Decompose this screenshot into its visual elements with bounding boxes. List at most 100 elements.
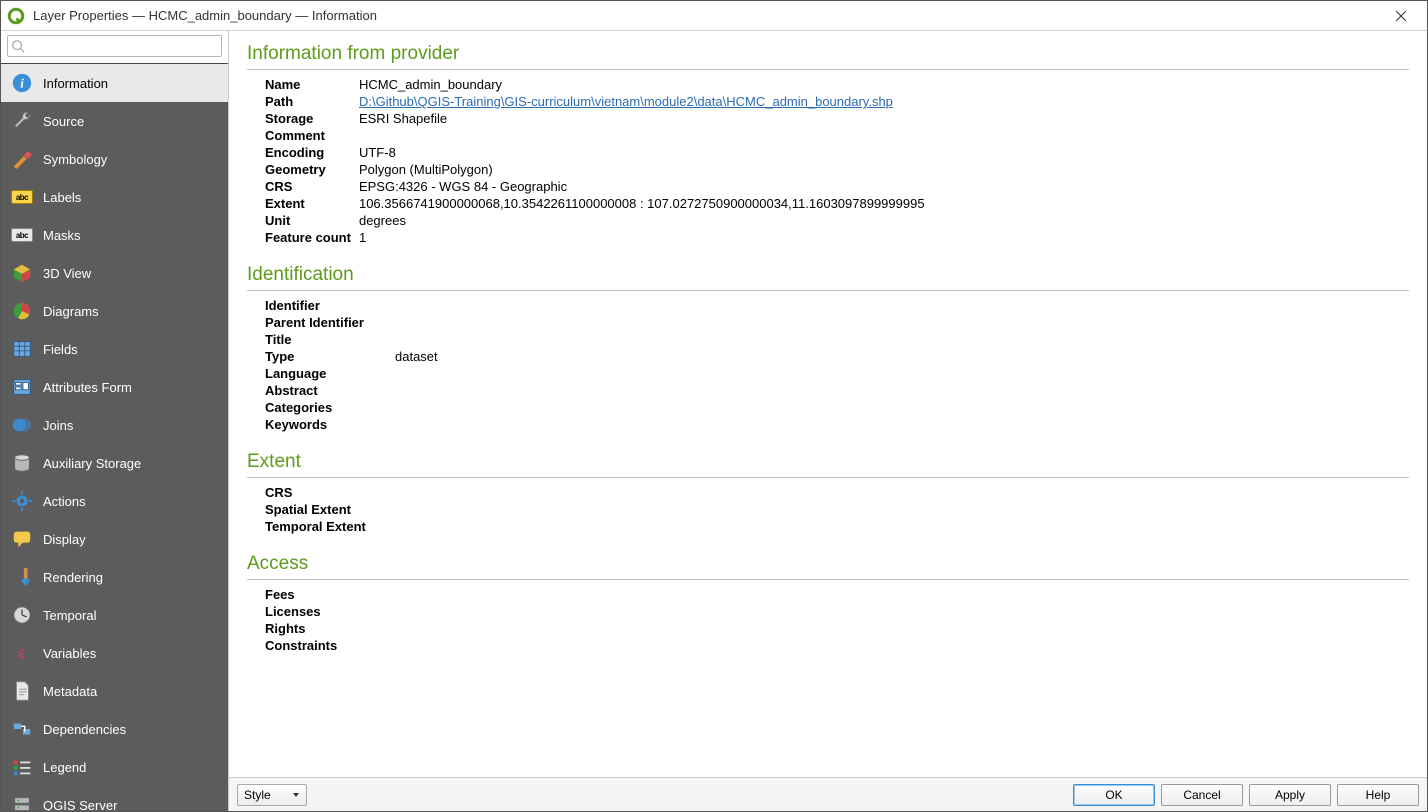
database-icon xyxy=(11,452,33,474)
value: HCMC_admin_boundary xyxy=(359,76,933,93)
sidebar-item-auxiliary-storage[interactable]: Auxiliary Storage xyxy=(1,444,228,482)
row-keywords: Keywords xyxy=(265,416,446,433)
value xyxy=(395,331,446,348)
search-input[interactable] xyxy=(7,35,222,57)
value: degrees xyxy=(359,212,933,229)
gear-icon xyxy=(11,490,33,512)
sidebar-item-label: QGIS Server xyxy=(43,798,117,812)
sidebar-item-label: Information xyxy=(43,76,108,91)
sidebar-item-source[interactable]: Source xyxy=(1,102,228,140)
sidebar-item-3dview[interactable]: 3D View xyxy=(1,254,228,292)
paintbrush-icon xyxy=(11,566,33,588)
cube-icon xyxy=(11,262,33,284)
table-icon xyxy=(11,338,33,360)
label: Constraints xyxy=(265,637,395,654)
brush-icon xyxy=(11,148,33,170)
label: Title xyxy=(265,331,395,348)
value xyxy=(395,484,403,501)
value xyxy=(395,382,446,399)
sidebar-item-joins[interactable]: Joins xyxy=(1,406,228,444)
dialog-body: i Information Source Symbology abc Label… xyxy=(1,31,1427,811)
access-table: Fees Licenses Rights Constraints xyxy=(265,586,403,654)
sidebar-item-label: Attributes Form xyxy=(43,380,132,395)
sidebar-item-label: Legend xyxy=(43,760,86,775)
sidebar-item-legend[interactable]: Legend xyxy=(1,748,228,786)
label: CRS xyxy=(265,484,395,501)
row-storage: StorageESRI Shapefile xyxy=(265,110,933,127)
label: Feature count xyxy=(265,229,359,246)
sidebar-item-diagrams[interactable]: Diagrams xyxy=(1,292,228,330)
value: ESRI Shapefile xyxy=(359,110,933,127)
sidebar-item-label: Variables xyxy=(43,646,96,661)
path-link[interactable]: D:\Github\QGIS-Training\GIS-curriculum\v… xyxy=(359,94,893,109)
content-area: Information from provider NameHCMC_admin… xyxy=(229,31,1427,811)
row-ext-crs: CRS xyxy=(265,484,403,501)
server-icon xyxy=(11,794,33,811)
row-geometry: GeometryPolygon (MultiPolygon) xyxy=(265,161,933,178)
row-unit: Unitdegrees xyxy=(265,212,933,229)
sidebar-item-variables[interactable]: ε Variables xyxy=(1,634,228,672)
row-spatial-extent: Spatial Extent xyxy=(265,501,403,518)
apply-button[interactable]: Apply xyxy=(1249,784,1331,806)
row-extent: Extent106.3566741900000068,10.3542261100… xyxy=(265,195,933,212)
qgis-icon xyxy=(7,7,25,25)
provider-table: NameHCMC_admin_boundary PathD:\Github\QG… xyxy=(265,76,933,246)
label: Categories xyxy=(265,399,395,416)
sidebar-item-display[interactable]: Display xyxy=(1,520,228,558)
value xyxy=(395,297,446,314)
section-title-identification: Identification xyxy=(247,264,1409,291)
sidebar-item-actions[interactable]: Actions xyxy=(1,482,228,520)
sidebar-item-information[interactable]: i Information xyxy=(1,64,228,102)
cancel-button[interactable]: Cancel xyxy=(1161,784,1243,806)
sidebar-item-dependencies[interactable]: Dependencies xyxy=(1,710,228,748)
legend-icon xyxy=(11,756,33,778)
value xyxy=(395,416,446,433)
clock-icon xyxy=(11,604,33,626)
label: Licenses xyxy=(265,603,395,620)
value: Polygon (MultiPolygon) xyxy=(359,161,933,178)
label: Language xyxy=(265,365,395,382)
sidebar-item-label: Actions xyxy=(43,494,86,509)
value xyxy=(359,127,933,144)
sidebar-item-label: Joins xyxy=(43,418,73,433)
value xyxy=(395,586,403,603)
epsilon-icon: ε xyxy=(11,642,33,664)
extent-table: CRS Spatial Extent Temporal Extent xyxy=(265,484,403,535)
sidebar-item-qgis-server[interactable]: QGIS Server xyxy=(1,786,228,811)
wrench-icon xyxy=(11,110,33,132)
sidebar-item-symbology[interactable]: Symbology xyxy=(1,140,228,178)
label: CRS xyxy=(265,178,359,195)
sidebar-item-temporal[interactable]: Temporal xyxy=(1,596,228,634)
sidebar-item-labels[interactable]: abc Labels xyxy=(1,178,228,216)
sidebar-item-masks[interactable]: abc Masks xyxy=(1,216,228,254)
help-button[interactable]: Help xyxy=(1337,784,1419,806)
ok-button[interactable]: OK xyxy=(1073,784,1155,806)
section-title-provider: Information from provider xyxy=(247,43,1409,70)
style-dropdown[interactable]: Style xyxy=(237,784,307,806)
sidebar-item-label: Dependencies xyxy=(43,722,126,737)
section-title-extent: Extent xyxy=(247,451,1409,478)
sidebar-item-metadata[interactable]: Metadata xyxy=(1,672,228,710)
value xyxy=(395,518,403,535)
close-button[interactable] xyxy=(1381,2,1421,30)
label: Fees xyxy=(265,586,395,603)
value: dataset xyxy=(395,348,446,365)
sidebar-item-rendering[interactable]: Rendering xyxy=(1,558,228,596)
sidebar-item-attributes-form[interactable]: Attributes Form xyxy=(1,368,228,406)
sidebar-item-fields[interactable]: Fields xyxy=(1,330,228,368)
value xyxy=(395,501,403,518)
sidebar: i Information Source Symbology abc Label… xyxy=(1,63,228,811)
row-licenses: Licenses xyxy=(265,603,403,620)
row-crs: CRSEPSG:4326 - WGS 84 - Geographic xyxy=(265,178,933,195)
value xyxy=(395,603,403,620)
sidebar-item-label: Rendering xyxy=(43,570,103,585)
svg-text:i: i xyxy=(20,77,24,91)
row-fees: Fees xyxy=(265,586,403,603)
style-label: Style xyxy=(244,788,271,802)
sidebar-item-label: Display xyxy=(43,532,86,547)
value xyxy=(395,365,446,382)
row-categories: Categories xyxy=(265,399,446,416)
content-scroll[interactable]: Information from provider NameHCMC_admin… xyxy=(229,31,1427,777)
label: Extent xyxy=(265,195,359,212)
label: Rights xyxy=(265,620,395,637)
